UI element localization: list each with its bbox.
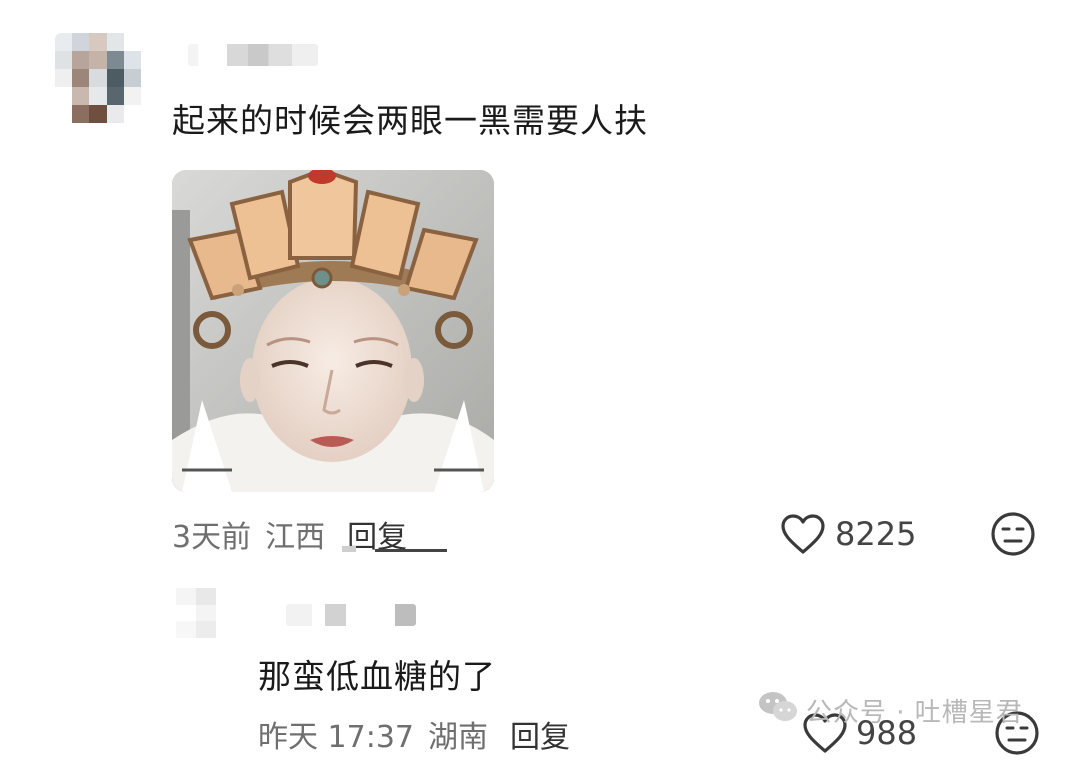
avatar[interactable] — [55, 33, 141, 123]
comment-text: 起来的时候会两眼一黑需要人扶 — [172, 101, 648, 140]
comment-time: 3天前 — [172, 520, 252, 555]
username-blurred[interactable] — [188, 44, 318, 66]
comment-location: 江西 — [265, 520, 326, 555]
reply-avatar[interactable] — [176, 588, 236, 638]
statue-image — [172, 170, 494, 492]
dislike-button[interactable] — [990, 511, 1036, 557]
reply-comment-text: 那蛮低血糖的了 — [258, 657, 496, 696]
reply-underline — [375, 549, 447, 552]
reply-username-blurred[interactable] — [286, 604, 416, 626]
wechat-logo-icon — [758, 690, 798, 724]
like-button[interactable] — [780, 513, 828, 557]
reply-meta: 昨天 17:37 湖南 回复 — [258, 712, 570, 756]
neutral-face-icon — [991, 512, 1035, 556]
comment-image[interactable] — [172, 170, 494, 492]
like-count: 8225 — [835, 515, 917, 553]
heart-icon — [781, 514, 825, 554]
watermark-text: 公众号 · 吐槽星君 — [806, 698, 1023, 728]
location-underline-mark — [342, 546, 356, 552]
comment-meta: 3天前 江西 回复 — [172, 512, 407, 556]
